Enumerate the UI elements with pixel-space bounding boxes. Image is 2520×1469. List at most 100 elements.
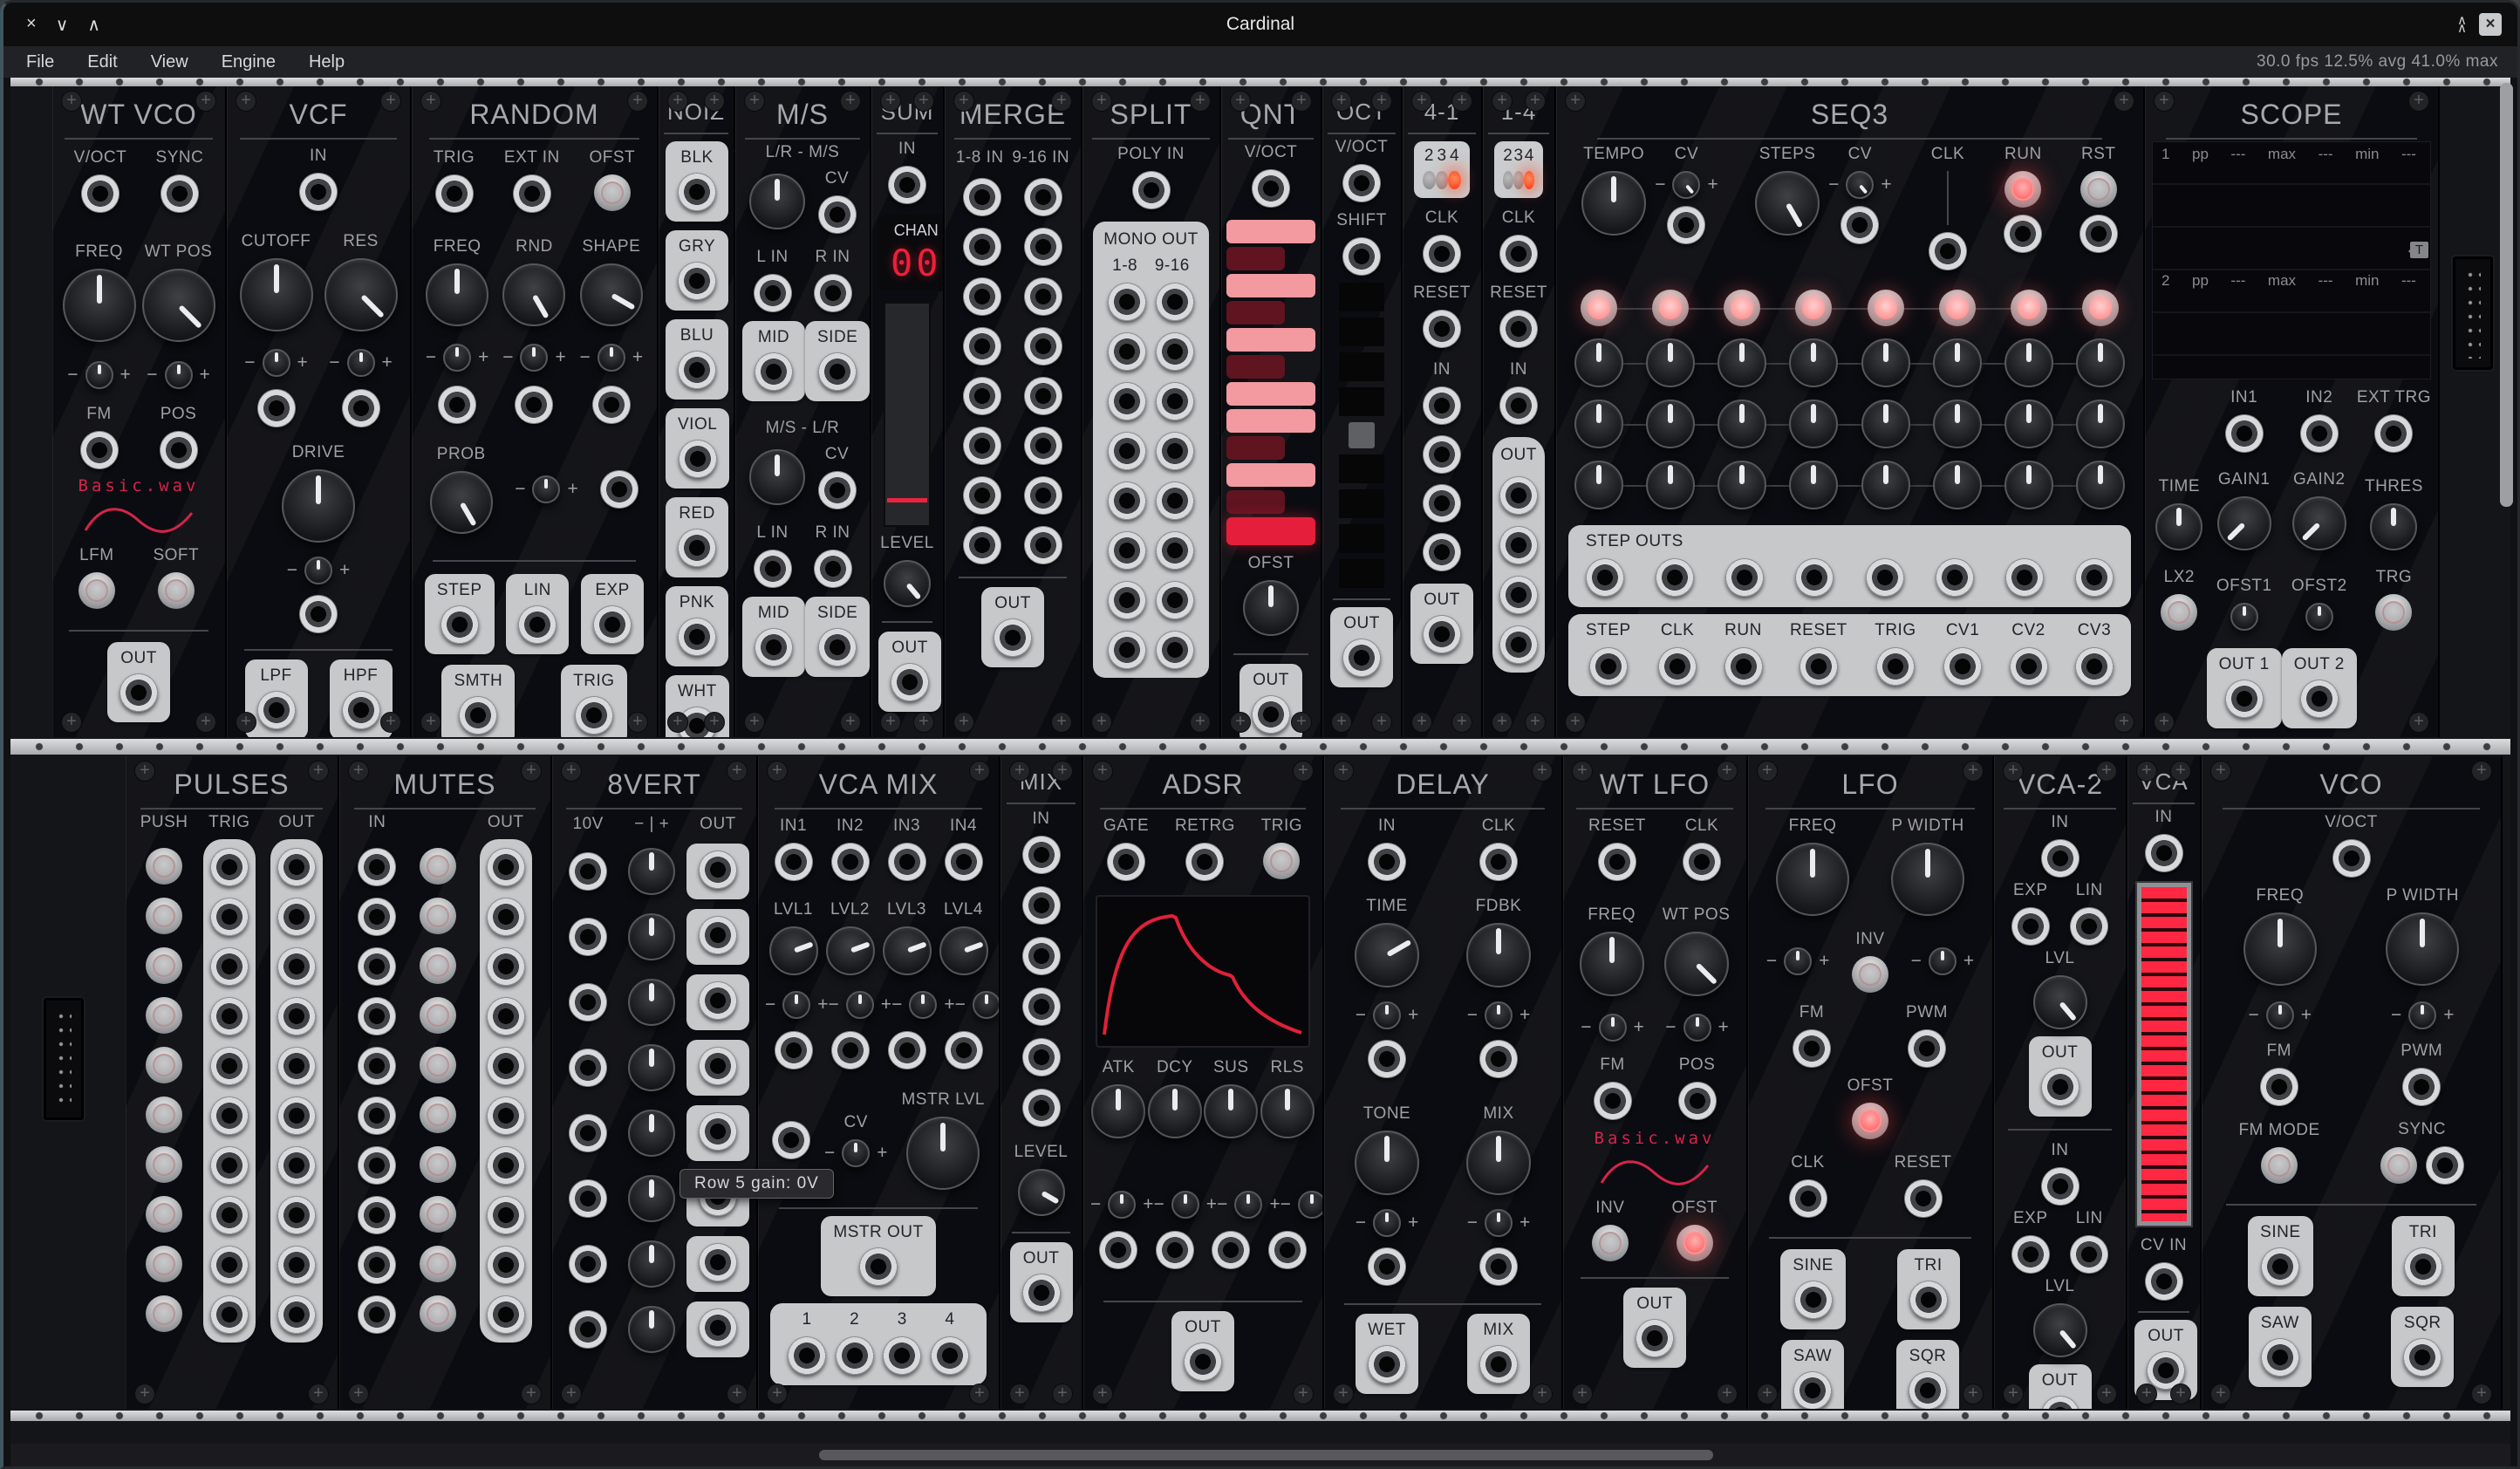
- gry-port-box[interactable]: GRY: [666, 230, 728, 311]
- out-1-port[interactable]: [1108, 283, 1146, 321]
- row-9-button[interactable]: [146, 1246, 182, 1282]
- l-in-port[interactable]: [754, 274, 792, 312]
- gate-7-button[interactable]: [2011, 290, 2047, 326]
- trim-knob[interactable]: [1672, 171, 1700, 199]
- out-6-port[interactable]: [1156, 382, 1194, 420]
- rack-area[interactable]: ++WT VCOV/OCTSYNCFREQWT POS−+−+FMPOSBasi…: [10, 78, 2510, 1449]
- menu-engine[interactable]: Engine: [222, 52, 276, 72]
- row-2-in-port[interactable]: [569, 918, 607, 956]
- p-width-knob[interactable]: [1891, 843, 1964, 916]
- maximize-window-icon[interactable]: ∧: [87, 14, 100, 36]
- 4-port[interactable]: [931, 1336, 969, 1375]
- step-outs-6-port[interactable]: [1936, 558, 1974, 597]
- out-12-port[interactable]: [1156, 531, 1194, 570]
- octave-step[interactable]: [1339, 352, 1384, 381]
- reset-port[interactable]: [1598, 843, 1636, 881]
- shape-knob[interactable]: [580, 263, 643, 326]
- sqr-port-box[interactable]: SQR: [1896, 1340, 1959, 1409]
- trim-knob[interactable]: [1683, 1014, 1711, 1042]
- step-8-knob[interactable]: [2076, 338, 2125, 387]
- trg-button[interactable]: [2375, 594, 2412, 631]
- jack-port[interactable]: [299, 595, 338, 633]
- jack-4-port[interactable]: [277, 997, 316, 1035]
- gate-1-button[interactable]: [1581, 290, 1617, 326]
- gain2-knob[interactable]: [2292, 496, 2346, 550]
- channel-3-led[interactable]: [1436, 171, 1449, 189]
- row-2-button[interactable]: [420, 898, 456, 934]
- row-5-button[interactable]: [146, 1047, 182, 1083]
- lpf-port-box[interactable]: LPF: [245, 659, 308, 737]
- row-3-out-box[interactable]: [686, 974, 749, 1030]
- blk-port[interactable]: [678, 173, 716, 211]
- level-knob[interactable]: [1018, 1169, 1065, 1216]
- step-port[interactable]: [440, 605, 479, 644]
- in-port[interactable]: [1423, 386, 1461, 425]
- jack-port[interactable]: [1423, 533, 1461, 571]
- mstr-lvl-knob[interactable]: [906, 1117, 980, 1190]
- jack-2-port[interactable]: [210, 898, 249, 936]
- trim-knob[interactable]: [1234, 1191, 1262, 1219]
- quantizer-keyboard[interactable]: [1226, 220, 1315, 545]
- collapse-chevrons-icon[interactable]: ∧∧: [2457, 17, 2467, 32]
- jack-6-port[interactable]: [277, 1097, 316, 1135]
- row-6-in-port[interactable]: [569, 1179, 607, 1218]
- step-outs-1-port[interactable]: [1586, 558, 1624, 597]
- ext-trg-port[interactable]: [2374, 414, 2413, 453]
- wht-port[interactable]: [678, 707, 716, 737]
- in-11-port[interactable]: [963, 427, 1001, 465]
- step-6-knob[interactable]: [1933, 338, 1982, 387]
- black-key[interactable]: [1226, 436, 1285, 460]
- blk-port-box[interactable]: BLK: [666, 141, 728, 222]
- red-port-box[interactable]: RED: [666, 497, 728, 577]
- row-7-in-port[interactable]: [569, 1245, 607, 1283]
- octave-step[interactable]: [1339, 387, 1384, 416]
- step-4-knob[interactable]: [1789, 400, 1838, 448]
- lin-port[interactable]: [518, 605, 557, 644]
- in-13-port[interactable]: [963, 476, 1001, 515]
- out-port[interactable]: [2041, 1068, 2080, 1106]
- in-7-port[interactable]: [963, 327, 1001, 366]
- channel-count-selector[interactable]: 234: [1494, 141, 1544, 198]
- freq-knob[interactable]: [1580, 932, 1644, 996]
- trig-port[interactable]: [1876, 647, 1915, 686]
- saw-port-box[interactable]: SAW: [1781, 1340, 1844, 1409]
- l-in-port[interactable]: [754, 550, 792, 588]
- row-7-button[interactable]: [420, 1146, 456, 1183]
- out-port-box[interactable]: OUT: [878, 632, 941, 712]
- blu-port-box[interactable]: BLU: [666, 319, 728, 400]
- step-port[interactable]: [1589, 647, 1628, 686]
- minimize-window-icon[interactable]: ∨: [56, 14, 69, 36]
- jack-port[interactable]: [438, 386, 476, 424]
- 1-port[interactable]: [788, 1336, 826, 1375]
- sine-port-box[interactable]: SINE: [1780, 1249, 1845, 1329]
- row-10-button[interactable]: [420, 1295, 456, 1332]
- retrg-port[interactable]: [1185, 843, 1224, 881]
- in3-port[interactable]: [888, 843, 926, 881]
- in-14-port[interactable]: [1024, 476, 1062, 515]
- out-port[interactable]: [2041, 1396, 2080, 1409]
- r-in-port[interactable]: [814, 550, 852, 588]
- gain1-knob[interactable]: [2217, 496, 2271, 550]
- gate-6-button[interactable]: [1939, 290, 1976, 326]
- jack-7-port[interactable]: [210, 1146, 249, 1185]
- trim-knob[interactable]: [973, 991, 999, 1019]
- out-2-port[interactable]: [1156, 283, 1194, 321]
- clk-port[interactable]: [1929, 232, 1967, 270]
- ofst2-knob[interactable]: [2305, 603, 2333, 631]
- lvl-knob[interactable]: [2033, 1303, 2087, 1357]
- jack-4-port[interactable]: [210, 997, 249, 1035]
- row-1-gain-knob[interactable]: [628, 848, 675, 895]
- step-outs-7-port[interactable]: [2005, 558, 2044, 597]
- jack-2-port[interactable]: [277, 898, 316, 936]
- gate-4-button[interactable]: [1795, 290, 1832, 326]
- reset-port[interactable]: [1904, 1179, 1943, 1218]
- jack-port[interactable]: [1022, 1038, 1061, 1076]
- tone-knob[interactable]: [1355, 1131, 1419, 1195]
- lin-port-box[interactable]: LIN: [506, 574, 569, 654]
- out-port-box[interactable]: OUT: [1623, 1288, 1686, 1368]
- run-port[interactable]: [2004, 215, 2042, 253]
- mstr-out-port[interactable]: [859, 1247, 898, 1286]
- octave-step[interactable]: [1339, 489, 1384, 518]
- jack-1-port[interactable]: [277, 848, 316, 886]
- white-key[interactable]: [1226, 220, 1315, 243]
